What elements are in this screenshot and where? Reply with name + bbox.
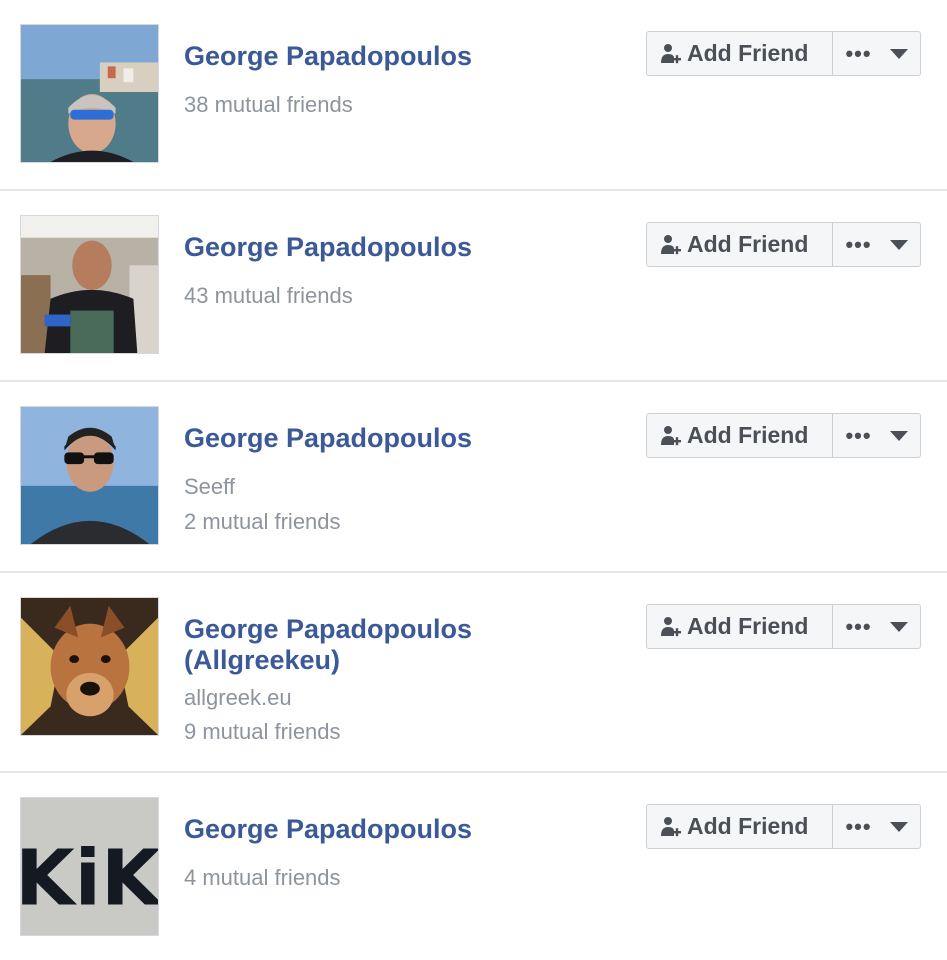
profile-photo[interactable] — [20, 24, 159, 163]
add-friend-button[interactable]: Add Friend — [647, 223, 833, 266]
chevron-down-icon — [889, 239, 908, 250]
chevron-down-icon — [889, 821, 908, 832]
search-results-list: George Papadopoulos 38 mutual friends Ad… — [0, 0, 947, 960]
chevron-down-icon — [889, 48, 908, 59]
profile-name-link[interactable]: George Papadopoulos — [184, 423, 614, 454]
result-row: KiKI George Papadopoulos 4 mutual friend… — [0, 773, 947, 960]
profile-photo-image: KiKI — [21, 798, 158, 935]
add-friend-button[interactable]: Add Friend — [647, 605, 833, 648]
add-friend-button[interactable]: Add Friend — [647, 32, 833, 75]
friend-actions: Add Friend ••• — [646, 604, 921, 649]
profile-photo[interactable] — [20, 597, 159, 736]
profile-name-link[interactable]: George Papadopoulos (Allgreekeu) — [184, 614, 614, 676]
add-friend-label: Add Friend — [687, 422, 809, 448]
add-friend-label: Add Friend — [687, 813, 809, 839]
friend-actions: Add Friend ••• — [646, 222, 921, 267]
add-friend-button[interactable]: Add Friend — [647, 414, 833, 457]
add-friend-label: Add Friend — [687, 613, 809, 639]
more-options-icon: ••• — [845, 231, 872, 257]
add-friend-button[interactable]: Add Friend — [647, 805, 833, 848]
result-row: George Papadopoulos (Allgreekeu) allgree… — [0, 573, 947, 772]
result-row: George Papadopoulos 43 mutual friends Ad… — [0, 191, 947, 381]
profile-photo-image — [21, 598, 158, 735]
add-friend-icon — [661, 43, 681, 63]
result-row: George Papadopoulos 38 mutual friends Ad… — [0, 0, 947, 190]
mutual-friends-text[interactable]: 4 mutual friends — [184, 865, 341, 891]
more-options-button[interactable]: ••• — [833, 223, 920, 266]
mutual-friends-text[interactable]: 38 mutual friends — [184, 92, 353, 118]
website-text[interactable]: allgreek.eu — [184, 685, 292, 711]
profile-photo[interactable] — [20, 406, 159, 545]
photo-sign-text: KiKI — [21, 834, 158, 923]
add-friend-icon — [661, 425, 681, 445]
add-friend-label: Add Friend — [687, 231, 809, 257]
add-friend-icon — [661, 234, 681, 254]
mutual-friends-text[interactable]: 43 mutual friends — [184, 283, 353, 309]
friend-actions: Add Friend ••• — [646, 413, 921, 458]
more-options-icon: ••• — [845, 422, 872, 448]
add-friend-icon — [661, 816, 681, 836]
workplace-text[interactable]: Seeff — [184, 474, 235, 500]
chevron-down-icon — [889, 430, 908, 441]
more-options-icon: ••• — [845, 613, 872, 639]
profile-photo-image — [21, 25, 158, 162]
mutual-friends-text[interactable]: 2 mutual friends — [184, 509, 341, 535]
friend-actions: Add Friend ••• — [646, 31, 921, 76]
more-options-button[interactable]: ••• — [833, 414, 920, 457]
more-options-icon: ••• — [845, 813, 872, 839]
profile-photo[interactable] — [20, 215, 159, 354]
more-options-button[interactable]: ••• — [833, 605, 920, 648]
more-options-button[interactable]: ••• — [833, 805, 920, 848]
profile-name-link[interactable]: George Papadopoulos — [184, 232, 614, 263]
profile-photo-image — [21, 407, 158, 544]
more-options-icon: ••• — [845, 40, 872, 66]
add-friend-label: Add Friend — [687, 40, 809, 66]
profile-name-link[interactable]: George Papadopoulos — [184, 41, 614, 72]
chevron-down-icon — [889, 621, 908, 632]
mutual-friends-text[interactable]: 9 mutual friends — [184, 719, 341, 745]
profile-name-link[interactable]: George Papadopoulos — [184, 814, 614, 845]
profile-photo-image — [21, 216, 158, 353]
more-options-button[interactable]: ••• — [833, 32, 920, 75]
profile-photo[interactable]: KiKI — [20, 797, 159, 936]
add-friend-icon — [661, 616, 681, 636]
result-row: George Papadopoulos Seeff 2 mutual frien… — [0, 382, 947, 572]
friend-actions: Add Friend ••• — [646, 804, 921, 849]
